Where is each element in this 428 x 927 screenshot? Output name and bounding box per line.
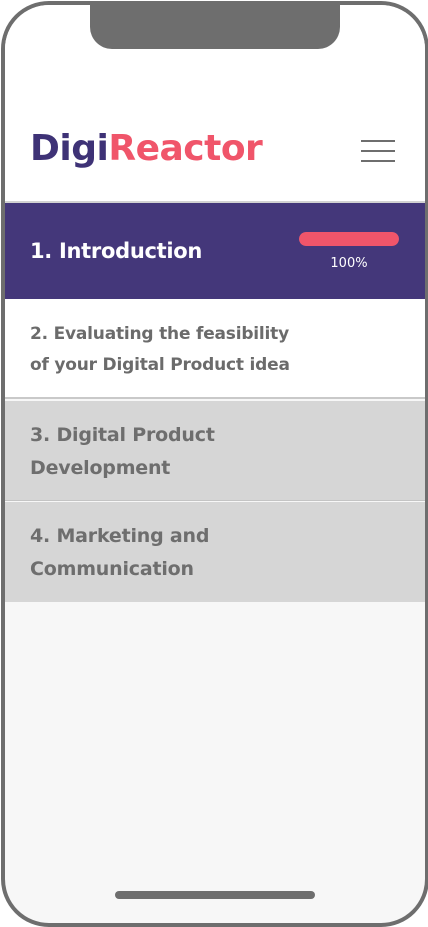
logo-text-reactor: Reactor: [108, 128, 263, 169]
module-title-line: 2. Evaluating the feasibility: [30, 324, 289, 344]
module-marketing-communication[interactable]: 4. Marketing and Communication: [5, 502, 425, 602]
progress-percent: 100%: [330, 256, 368, 271]
module-title: 4. Marketing and Communication: [30, 520, 209, 586]
module-title: 3. Digital Product Development: [30, 419, 215, 485]
menu-bar: [361, 150, 395, 152]
module-title-line: of your Digital Product idea: [30, 355, 290, 375]
module-progress-bar: [299, 232, 399, 246]
hamburger-menu-icon[interactable]: [359, 135, 399, 165]
module-title: 1. Introduction: [30, 239, 203, 263]
module-title-line: 4. Marketing and: [30, 525, 210, 547]
home-indicator[interactable]: [115, 891, 315, 899]
phone-frame: DigiReactor 1. Introduction 100% 2. Eval…: [1, 1, 428, 927]
module-introduction[interactable]: 1. Introduction 100%: [5, 203, 425, 299]
module-title-line: Development: [30, 457, 171, 479]
module-title-line: 3. Digital Product: [30, 424, 215, 446]
logo-text-digi: Digi: [30, 128, 109, 169]
module-feasibility[interactable]: 2. Evaluating the feasibility of your Di…: [5, 299, 425, 399]
app-logo[interactable]: DigiReactor: [30, 128, 263, 169]
menu-bar: [361, 160, 395, 162]
progress-fill: [299, 232, 399, 246]
module-title: 2. Evaluating the feasibility of your Di…: [30, 319, 290, 381]
menu-bar: [361, 140, 395, 142]
module-title-line: Communication: [30, 558, 194, 580]
device-notch: [90, 5, 340, 49]
module-digital-product-development[interactable]: 3. Digital Product Development: [5, 401, 425, 501]
